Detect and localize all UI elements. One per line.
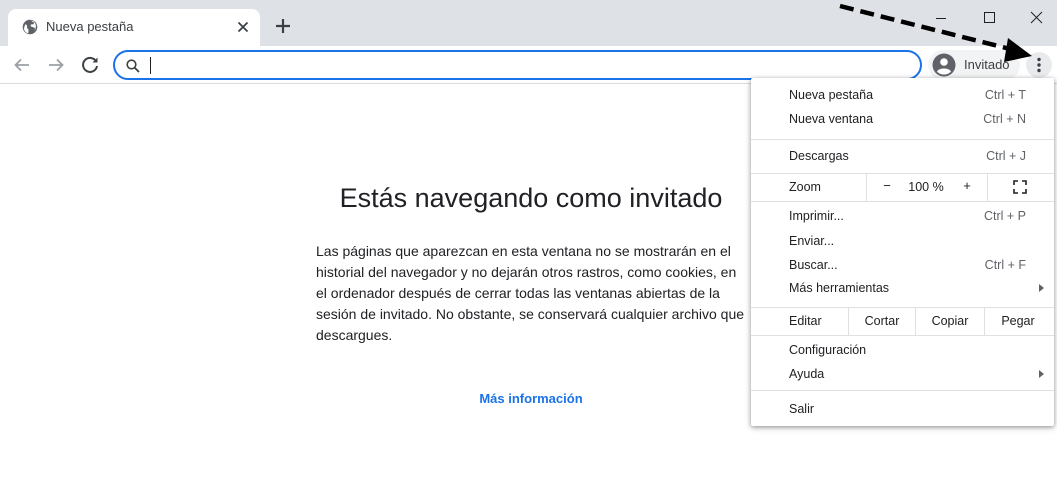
close-tab-icon[interactable]	[234, 18, 252, 36]
cut-button[interactable]: Cortar	[849, 307, 915, 335]
menu-separator	[866, 173, 867, 201]
submenu-arrow-icon	[1039, 284, 1044, 292]
menu-separator	[751, 335, 1054, 336]
menu-item-label: Enviar...	[789, 234, 835, 248]
menu-item-print[interactable]: Imprimir... Ctrl + P	[751, 204, 1054, 228]
zoom-value: 100 %	[908, 180, 944, 194]
menu-item-find[interactable]: Buscar... Ctrl + F	[751, 253, 1054, 277]
menu-item-new-window[interactable]: Nueva ventana Ctrl + N	[751, 107, 1054, 131]
menu-item-more-tools[interactable]: Más herramientas	[751, 276, 1054, 300]
omnibox-input[interactable]	[149, 55, 909, 75]
chrome-menu: Nueva pestaña Ctrl + T Nueva ventana Ctr…	[751, 78, 1054, 426]
copy-button[interactable]: Copiar	[916, 307, 984, 335]
menu-item-cast[interactable]: Enviar...	[751, 229, 1054, 253]
menu-item-label: Configuración	[789, 343, 867, 357]
menu-item-label: Buscar...	[789, 258, 838, 272]
omnibox[interactable]	[113, 50, 922, 80]
tab-title: Nueva pestaña	[46, 19, 134, 34]
menu-item-settings[interactable]: Configuración	[751, 338, 1054, 362]
menu-item-label: Descargas	[789, 149, 849, 163]
menu-item-label: Imprimir...	[789, 209, 844, 223]
text-caret	[150, 57, 151, 74]
menu-item-shortcut: Ctrl + F	[984, 258, 1026, 272]
guest-description: Las páginas que aparezcan en esta ventan…	[316, 243, 745, 343]
globe-icon	[22, 19, 38, 35]
menu-item-label: Nueva ventana	[789, 112, 874, 126]
menu-item-help[interactable]: Ayuda	[751, 362, 1054, 386]
edit-label: Editar	[789, 314, 822, 328]
zoom-label: Zoom	[789, 180, 821, 194]
menu-item-downloads[interactable]: Descargas Ctrl + J	[751, 144, 1054, 168]
tab-active[interactable]: Nueva pestaña	[8, 9, 260, 46]
learn-more-link[interactable]: Más información	[316, 391, 746, 406]
menu-separator	[751, 390, 1054, 391]
menu-separator	[751, 201, 1054, 202]
search-icon	[126, 59, 140, 73]
menu-item-edit: Editar Cortar Copiar Pegar	[751, 307, 1054, 335]
menu-item-label: Ayuda	[789, 367, 825, 381]
zoom-out-button[interactable]: −	[877, 178, 897, 196]
menu-item-new-tab[interactable]: Nueva pestaña Ctrl + T	[751, 83, 1054, 107]
menu-item-label: Nueva pestaña	[789, 88, 874, 102]
page-heading: Estás navegando como invitado	[339, 183, 723, 213]
menu-separator	[751, 139, 1054, 140]
zoom-in-button[interactable]: +	[957, 178, 977, 196]
menu-item-shortcut: Ctrl + N	[983, 112, 1026, 126]
forward-arrow-icon[interactable]	[44, 53, 68, 77]
fullscreen-icon[interactable]	[1013, 180, 1027, 194]
submenu-arrow-icon	[1039, 370, 1044, 378]
reload-icon[interactable]	[78, 53, 102, 77]
menu-item-zoom: Zoom − 100 % +	[751, 173, 1054, 201]
menu-item-shortcut: Ctrl + P	[983, 209, 1026, 223]
annotation-arrow-icon	[839, 3, 1032, 62]
back-arrow-icon[interactable]	[10, 53, 34, 77]
menu-item-shortcut: Ctrl + J	[986, 149, 1026, 163]
menu-item-shortcut: Ctrl + T	[984, 88, 1026, 102]
new-tab-icon[interactable]	[272, 15, 294, 37]
menu-item-label: Salir	[789, 402, 815, 416]
menu-item-exit[interactable]: Salir	[751, 397, 1054, 421]
menu-separator	[987, 173, 988, 201]
menu-item-label: Más herramientas	[789, 281, 890, 295]
paste-button[interactable]: Pegar	[985, 307, 1051, 335]
